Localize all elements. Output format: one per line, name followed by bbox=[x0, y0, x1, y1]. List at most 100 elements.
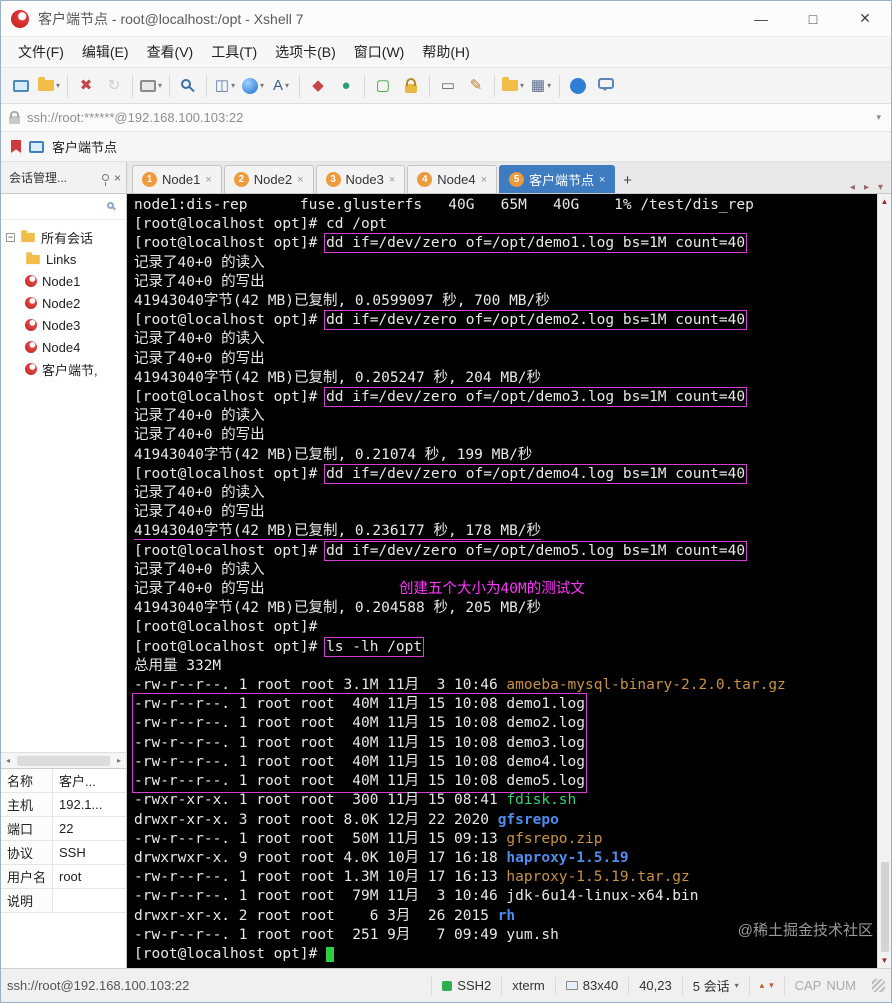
tab-client[interactable]: 5 客户端节点 × bbox=[499, 165, 616, 193]
terminal-text: 记录了40+0 的读入 bbox=[134, 561, 265, 578]
tab-close-icon[interactable]: × bbox=[599, 174, 605, 186]
terminal-text: dd if=/dev/zero of=/opt/demo1.log bs=1M … bbox=[324, 233, 748, 254]
new-session-button[interactable] bbox=[8, 73, 34, 99]
pin-icon[interactable] bbox=[101, 174, 109, 186]
tree-horizontal-scrollbar[interactable]: ◂ ▸ bbox=[1, 752, 126, 768]
find-button[interactable] bbox=[175, 73, 201, 99]
toolbar-separator bbox=[494, 74, 495, 97]
property-key: 端口 bbox=[1, 817, 53, 840]
terminal-line: [root@localhost opt]# cd /opt bbox=[134, 215, 873, 234]
font-button[interactable]: A ▾ bbox=[268, 73, 294, 99]
terminal-scrollbar[interactable]: ▲ ▼ bbox=[877, 194, 891, 968]
num-lock-indicator: NUM bbox=[826, 978, 856, 993]
status-down-icon[interactable]: ▾ bbox=[769, 980, 774, 991]
new-tab-button[interactable]: + bbox=[616, 167, 638, 193]
property-key: 名称 bbox=[1, 769, 53, 792]
session-item-node2[interactable]: Node2 bbox=[1, 292, 126, 314]
hscroll-right-icon[interactable]: ▸ bbox=[112, 756, 126, 765]
session-item-client[interactable]: 客户端节, bbox=[1, 358, 126, 380]
bookmark-label[interactable]: 客户端节点 bbox=[52, 137, 117, 156]
session-dropdown-icon: ▾ bbox=[734, 981, 739, 990]
session-count-dropdown[interactable]: 5 会话 ▾ bbox=[681, 976, 749, 995]
toolbar-separator bbox=[559, 74, 560, 97]
tab-scroll-left-icon[interactable]: ◂ bbox=[850, 182, 855, 193]
address-input[interactable]: ssh://root:******@192.168.100.103:22 bbox=[27, 110, 869, 125]
address-dropdown-icon[interactable]: ▾ bbox=[876, 112, 883, 123]
reconnect-button: ↻ bbox=[101, 73, 127, 99]
terminal-line: -rw-r--r--. 1 root root 1.3M 10月 17 16:1… bbox=[134, 868, 873, 887]
terminal[interactable]: node1:dis-rep fuse.glusterfs 40G 65M 40G… bbox=[127, 194, 891, 968]
lock-button[interactable] bbox=[398, 73, 424, 99]
status-terminal-type: xterm bbox=[501, 976, 555, 995]
menu-file[interactable]: 文件(F) bbox=[9, 38, 73, 66]
scrollbar-thumb[interactable] bbox=[880, 862, 889, 952]
terminal-text: 记录了40+0 的写出 bbox=[134, 350, 265, 367]
session-count-label: 5 会话 bbox=[692, 979, 730, 994]
status-size: 83x40 bbox=[582, 978, 619, 993]
reconnect-icon: ↻ bbox=[107, 77, 121, 94]
session-item-node3[interactable]: Node3 bbox=[1, 314, 126, 336]
tab-close-icon[interactable]: × bbox=[389, 174, 395, 186]
tab-node3[interactable]: 3 Node3 × bbox=[315, 165, 406, 193]
disconnect-button[interactable]: ✖ bbox=[73, 73, 99, 99]
menu-tools[interactable]: 工具(T) bbox=[202, 38, 266, 66]
scroll-up-icon[interactable]: ▲ bbox=[881, 197, 889, 206]
close-button[interactable]: ✕ bbox=[839, 1, 891, 37]
keyboard-button[interactable]: ▭ bbox=[435, 73, 461, 99]
menu-view[interactable]: 查看(V) bbox=[138, 38, 203, 66]
message-button[interactable] bbox=[593, 73, 619, 99]
bookmark-flag-icon[interactable] bbox=[11, 140, 21, 153]
new-file-button[interactable]: ◆ bbox=[305, 73, 331, 99]
terminal-output: node1:dis-rep fuse.glusterfs 40G 65M 40G… bbox=[132, 196, 873, 964]
hscroll-thumb[interactable] bbox=[17, 755, 110, 766]
session-properties-icon bbox=[139, 79, 156, 92]
tab-close-icon[interactable]: × bbox=[297, 174, 303, 186]
maximize-button[interactable]: □ bbox=[787, 1, 839, 37]
tree-root[interactable]: − 所有会话 bbox=[1, 226, 126, 248]
terminal-line: [root@localhost opt]# dd if=/dev/zero of… bbox=[134, 387, 873, 408]
tab-node4[interactable]: 4 Node4 × bbox=[407, 165, 497, 193]
session-item-node1[interactable]: Node1 bbox=[1, 270, 126, 292]
session-search[interactable] bbox=[1, 194, 126, 220]
fullscreen-button[interactable]: ▢ bbox=[370, 73, 396, 99]
terminal-line: [root@localhost opt]# ls -lh /opt bbox=[134, 636, 873, 657]
session-item-node4[interactable]: Node4 bbox=[1, 336, 126, 358]
compose-button[interactable]: ✎ bbox=[463, 73, 489, 99]
terminal-text: -rw-r--r--. 1 root root 251 9月 7 09:49 y… bbox=[134, 926, 559, 943]
terminal-text: -rw-r--r--. 1 root root 40M 11月 15 10:08… bbox=[134, 773, 585, 790]
menu-tab[interactable]: 选项卡(B) bbox=[266, 38, 345, 66]
status-protocol-group: SSH2 bbox=[431, 976, 501, 995]
session-properties-button[interactable]: ▾ bbox=[138, 73, 164, 99]
terminal-line: -rw-r--r--. 1 root root 40M 11月 15 10:08… bbox=[134, 714, 585, 733]
collapse-icon[interactable]: − bbox=[6, 232, 15, 242]
minimize-button[interactable]: — bbox=[735, 1, 787, 37]
tab-close-icon[interactable]: × bbox=[205, 174, 211, 186]
tab-node2[interactable]: 2 Node2 × bbox=[223, 165, 314, 193]
tab-node1[interactable]: 1 Node1 × bbox=[132, 165, 222, 193]
tab-scroll-right-icon[interactable]: ▸ bbox=[864, 182, 869, 193]
open-session-button[interactable]: ▾ bbox=[36, 73, 62, 99]
tab-close-icon[interactable]: × bbox=[481, 174, 487, 186]
session-item-links[interactable]: Links bbox=[1, 248, 126, 270]
hscroll-left-icon[interactable]: ◂ bbox=[1, 756, 15, 765]
transfer-button[interactable]: ● bbox=[333, 73, 359, 99]
menu-edit[interactable]: 编辑(E) bbox=[73, 38, 138, 66]
property-row: 说明 bbox=[1, 889, 126, 913]
scroll-down-icon[interactable]: ▼ bbox=[881, 956, 889, 965]
help-button[interactable] bbox=[565, 73, 591, 99]
globe-button[interactable]: ▾ bbox=[240, 73, 266, 99]
transfer-folder-button[interactable]: ▾ bbox=[500, 73, 526, 99]
split-view-button[interactable]: ◫ ▾ bbox=[212, 73, 238, 99]
menu-help[interactable]: 帮助(H) bbox=[413, 38, 478, 66]
status-up-icon[interactable]: ▴ bbox=[760, 980, 765, 991]
toolbar-separator bbox=[169, 74, 170, 97]
panel-close-icon[interactable]: × bbox=[114, 171, 121, 185]
tab-menu-icon[interactable]: ▾ bbox=[878, 182, 883, 193]
session-label: Node3 bbox=[42, 317, 81, 333]
terminal-text: [root@localhost opt]# bbox=[134, 312, 327, 329]
window-controls: — □ ✕ bbox=[735, 1, 891, 37]
window-layout-button[interactable]: ▦ ▾ bbox=[528, 73, 554, 99]
session-shortcut-icon[interactable] bbox=[29, 140, 44, 153]
menu-window[interactable]: 窗口(W) bbox=[345, 38, 414, 66]
resize-grip[interactable] bbox=[872, 979, 885, 992]
